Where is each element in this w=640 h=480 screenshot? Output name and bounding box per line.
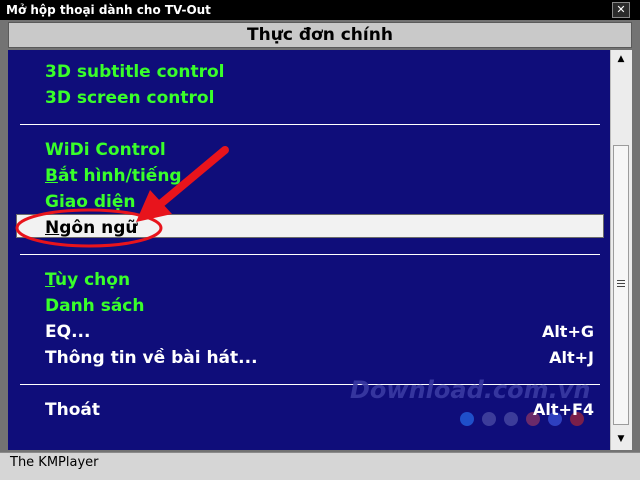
scroll-up-arrow-icon[interactable]: ▲ bbox=[614, 54, 628, 66]
grip-line bbox=[617, 286, 625, 287]
shortcut-song-info: Alt+J bbox=[549, 348, 594, 367]
menu-title: Thực đơn chính bbox=[8, 22, 632, 48]
grip-line bbox=[617, 280, 625, 281]
menu-item-song-info[interactable]: Thông tin về bài hát... bbox=[45, 348, 258, 368]
watermark-dot bbox=[482, 412, 496, 426]
menu-item-capture[interactable]: Bắt hình/tiếng bbox=[45, 166, 182, 186]
menu-item-label: gôn ngữ bbox=[59, 218, 138, 238]
grip-line bbox=[617, 283, 625, 284]
menu-item-3d-screen-control[interactable]: 3D screen control bbox=[45, 88, 214, 108]
close-icon[interactable]: ✕ bbox=[612, 2, 630, 18]
menu-item-skin[interactable]: Giao diện bbox=[45, 192, 135, 212]
shortcut-eq: Alt+G bbox=[541, 322, 594, 341]
accelerator-key: N bbox=[45, 218, 60, 238]
tv-out-dialog: Mở hộp thoại dành cho TV-Out ✕ Thực đơn … bbox=[0, 0, 640, 480]
menu-separator bbox=[20, 124, 600, 125]
window-title: Mở hộp thoại dành cho TV-Out bbox=[6, 3, 211, 17]
window-title-bar: Mở hộp thoại dành cho TV-Out ✕ bbox=[0, 0, 640, 20]
vertical-scrollbar[interactable]: ▲ ▼ bbox=[610, 50, 632, 450]
menu-item-label: ắt hình/tiếng bbox=[57, 166, 182, 186]
menu-item-widi-control[interactable]: WiDi Control bbox=[45, 140, 166, 160]
accelerator-key: T bbox=[45, 270, 55, 290]
shortcut-exit: Alt+F4 bbox=[533, 400, 594, 419]
menu-item-eq[interactable]: EQ... bbox=[45, 322, 90, 342]
menu-separator bbox=[20, 254, 600, 255]
status-bar: The KMPlayer bbox=[0, 452, 640, 480]
watermark-dot bbox=[460, 412, 474, 426]
scroll-down-arrow-icon[interactable]: ▼ bbox=[614, 434, 628, 446]
menu-item-3d-subtitle-control[interactable]: 3D subtitle control bbox=[45, 62, 224, 82]
accelerator-key: B bbox=[45, 166, 58, 186]
menu-item-language[interactable]: Ngôn ngữ bbox=[45, 218, 137, 238]
menu-item-exit[interactable]: Thoát bbox=[45, 400, 100, 420]
watermark-dot bbox=[504, 412, 518, 426]
menu-panel: 3D subtitle control 3D screen control Wi… bbox=[8, 50, 610, 450]
menu-item-playlist[interactable]: Danh sách bbox=[45, 296, 144, 316]
menu-item-options[interactable]: Tùy chọn bbox=[45, 270, 130, 290]
menu-item-label: ùy chọn bbox=[54, 270, 131, 290]
scrollbar-thumb[interactable] bbox=[613, 145, 629, 425]
